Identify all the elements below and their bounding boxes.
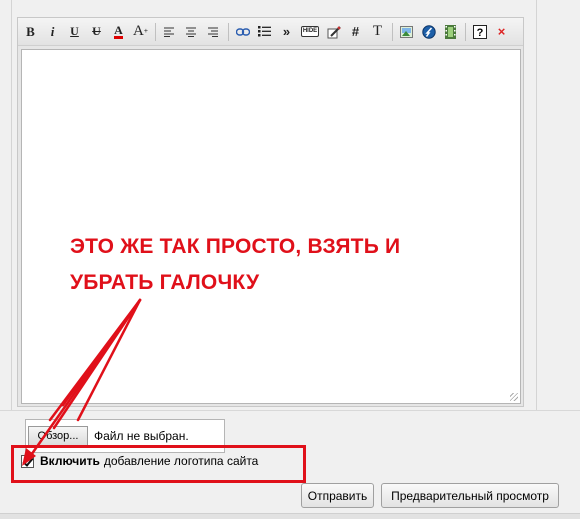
align-left-button[interactable]	[160, 22, 179, 42]
pencil-icon	[327, 25, 341, 38]
hide-icon: HIDE	[300, 26, 320, 37]
underline-button[interactable]: U	[65, 22, 84, 42]
bold-button[interactable]: B	[21, 22, 40, 42]
align-center-icon	[186, 27, 196, 37]
quote-button[interactable]: »	[277, 22, 296, 42]
left-panel-border	[0, 0, 12, 410]
align-left-icon	[164, 27, 174, 37]
strikethrough-icon: U	[92, 24, 101, 38]
quote-icon: »	[282, 24, 291, 39]
browse-button[interactable]: Обзор...	[28, 426, 88, 446]
flash-button[interactable]	[419, 22, 438, 42]
align-right-icon	[208, 27, 218, 37]
close-icon: ×	[497, 24, 506, 39]
image-button[interactable]	[397, 22, 416, 42]
strikethrough-button[interactable]: U	[87, 22, 106, 42]
toolbar-separator	[465, 22, 466, 41]
divider	[0, 410, 580, 411]
italic-button[interactable]: i	[43, 22, 62, 42]
text-button[interactable]: T	[368, 22, 387, 42]
list-button[interactable]	[255, 22, 274, 42]
text-t-icon: T	[372, 23, 383, 39]
font-size-icon: A	[133, 23, 144, 39]
video-button[interactable]	[441, 22, 460, 42]
bottom-strip	[0, 513, 580, 519]
logo-option: Включить добавление логотипа сайта	[21, 454, 258, 468]
help-button[interactable]: ?	[470, 22, 489, 42]
underline-icon: U	[70, 24, 79, 38]
file-status: Файл не выбран.	[94, 429, 189, 443]
film-icon	[445, 24, 456, 39]
font-color-button[interactable]: A	[109, 22, 128, 42]
toolbar-separator	[392, 22, 393, 41]
annotation-line-1: ЭТО ЖЕ ТАК ПРОСТО, ВЗЯТЬ И	[70, 235, 401, 258]
send-button[interactable]: Отправить	[301, 483, 374, 508]
hash-icon: #	[351, 24, 360, 39]
annotation-line-2: УБРАТЬ ГАЛОЧКУ	[70, 271, 260, 294]
message-textarea[interactable]	[21, 49, 521, 404]
logo-checkbox[interactable]	[21, 454, 34, 468]
link-button[interactable]	[233, 22, 252, 42]
message-editor: B i U U A A + » HIDE # T ? ×	[17, 17, 524, 407]
image-icon	[400, 25, 413, 38]
close-button[interactable]: ×	[492, 22, 511, 42]
svg-text:?: ?	[476, 27, 483, 39]
resize-grip-icon[interactable]	[510, 393, 518, 401]
bold-icon: B	[26, 23, 35, 39]
toolbar-separator	[155, 22, 156, 41]
toolbar-separator	[228, 22, 229, 41]
edit-button[interactable]	[324, 22, 343, 42]
font-size-button[interactable]: A +	[131, 22, 150, 42]
preview-button[interactable]: Предварительный просмотр	[381, 483, 559, 508]
list-icon	[258, 26, 271, 37]
right-panel-border	[536, 0, 580, 410]
flash-icon	[421, 24, 436, 39]
hash-button[interactable]: #	[346, 22, 365, 42]
help-icon: ?	[472, 24, 487, 39]
logo-option-bold-label: Включить	[40, 454, 100, 468]
link-icon	[235, 27, 250, 36]
editor-toolbar: B i U U A A + » HIDE # T ? ×	[18, 18, 523, 46]
align-center-button[interactable]	[182, 22, 201, 42]
hide-button[interactable]: HIDE	[299, 22, 321, 42]
italic-icon: i	[50, 23, 55, 39]
font-color-icon: A	[114, 22, 123, 39]
logo-option-label: добавление логотипа сайта	[103, 454, 259, 468]
align-right-button[interactable]	[204, 22, 223, 42]
